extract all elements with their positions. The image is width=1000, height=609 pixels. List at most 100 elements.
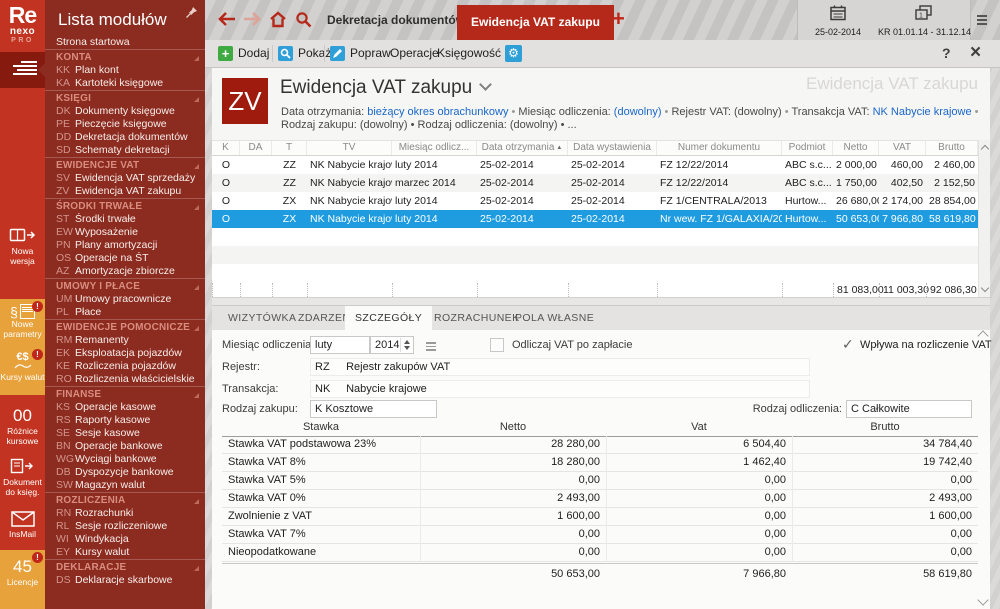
column-header[interactable]: Numer dokumentu xyxy=(657,141,782,155)
collapse-triangle-icon[interactable] xyxy=(194,393,199,398)
help-button[interactable]: ? xyxy=(942,40,951,67)
band-menu-icon[interactable] xyxy=(977,15,987,27)
sidebar-item[interactable]: WGWyciągi bankowe xyxy=(45,453,205,466)
scroll-up-icon[interactable] xyxy=(981,145,989,153)
sidebar-item[interactable]: BNOperacje bankowe xyxy=(45,440,205,453)
year-stepper[interactable]: 2014 xyxy=(370,336,414,354)
sidebar-item[interactable]: STŚrodki trwałe xyxy=(45,213,205,226)
transaction-field[interactable]: NK Nabycie krajowe xyxy=(310,380,810,398)
column-header[interactable]: Brutto xyxy=(926,141,978,155)
spinner-icons[interactable] xyxy=(400,338,412,352)
sidebar-item[interactable]: EWWyposażenie xyxy=(45,226,205,239)
filter-value-link[interactable]: bieżący okres obrachunkowy xyxy=(367,106,508,118)
sidebar-item[interactable]: PLPłace xyxy=(45,306,205,319)
purchase-type-input[interactable]: K Kosztowe xyxy=(310,400,437,418)
back-arrow-icon[interactable] xyxy=(218,12,236,26)
tab-wizytówka[interactable]: WIZYTÓWKA xyxy=(228,306,296,330)
sidebar-item[interactable]: EYKursy walut xyxy=(45,546,205,559)
collapse-triangle-icon[interactable] xyxy=(194,326,199,331)
collapse-triangle-icon[interactable] xyxy=(194,285,199,290)
vat-rate-row[interactable]: Nieopodatkowane0,000,000,00 xyxy=(222,544,978,562)
new-tab-button[interactable]: + xyxy=(612,6,625,32)
vat-settlement-checkmark-icon[interactable]: ✓ xyxy=(842,336,854,353)
collapse-triangle-icon[interactable] xyxy=(194,56,199,61)
sidebar-item[interactable]: RMRemanenty xyxy=(45,334,205,347)
edit-button[interactable]: Popraw xyxy=(330,40,391,67)
detail-scroll-down-icon[interactable] xyxy=(977,594,988,605)
tab-dekretacja-dokumentow[interactable]: Dekretacja dokumentów xyxy=(327,0,465,40)
register-field[interactable]: RZ Rejestr zakupów VAT xyxy=(310,358,810,376)
column-header[interactable]: TV xyxy=(307,141,392,155)
column-header[interactable]: Podmiot xyxy=(782,141,833,155)
home-icon[interactable] xyxy=(269,11,287,28)
view-title[interactable]: Ewidencja VAT zakupu xyxy=(280,77,490,99)
sidebar-item[interactable]: UMUmowy pracownicze xyxy=(45,293,205,306)
sidebar-item[interactable]: RNRozrachunki xyxy=(45,507,205,520)
grid-scrollbar[interactable] xyxy=(978,140,990,297)
gear-icon[interactable]: ⚙ xyxy=(505,45,522,62)
add-button[interactable]: + Dodaj xyxy=(218,40,269,67)
sidebar-item[interactable]: ZVEwidencja VAT zakupu xyxy=(45,185,205,198)
collapse-triangle-icon[interactable] xyxy=(194,97,199,102)
table-row[interactable]: OZXNK Nabycie krajoweluty 201425-02-2014… xyxy=(212,210,978,228)
column-header[interactable]: Netto xyxy=(833,141,879,155)
tab-ewidencja-vat-zakupu[interactable]: Ewidencja VAT zakupu xyxy=(457,5,614,40)
deduction-type-input[interactable]: C Całkowite xyxy=(846,400,972,418)
sidebar-item[interactable]: AZAmortyzacje zbiorcze xyxy=(45,265,205,278)
sidebar-item[interactable]: Strona startowa xyxy=(45,36,205,49)
tab-szczegóły[interactable]: SZCZEGÓŁY xyxy=(345,306,432,330)
column-header[interactable]: Miesiąc odlicz... xyxy=(392,141,477,155)
forward-arrow-icon[interactable] xyxy=(243,12,261,26)
rail-item-roznice-kursowe[interactable]: 00 Różnice kursowe xyxy=(0,406,45,452)
collapse-triangle-icon[interactable] xyxy=(194,205,199,210)
sidebar-item[interactable]: OSOperacje na ŚT xyxy=(45,252,205,265)
sidebar-item[interactable]: PEPieczęcie księgowe xyxy=(45,118,205,131)
sidebar-item[interactable]: KAKartoteki księgowe xyxy=(45,77,205,90)
column-header[interactable]: Data otrzymania▲ xyxy=(477,141,568,155)
rail-item-insmail[interactable]: InsMail xyxy=(0,511,45,545)
table-row[interactable]: OZXNK Nabycie krajoweluty 201425-02-2014… xyxy=(212,192,978,210)
collapse-triangle-icon[interactable] xyxy=(194,164,199,169)
sidebar-item[interactable]: DBDyspozycje bankowe xyxy=(45,466,205,479)
sidebar-item[interactable]: RSRaporty kasowe xyxy=(45,414,205,427)
collapse-triangle-icon[interactable] xyxy=(194,499,199,504)
modules-rail-button[interactable] xyxy=(0,52,45,88)
sidebar-item[interactable]: DDDekretacja dokumentów xyxy=(45,131,205,144)
search-icon[interactable] xyxy=(295,11,312,28)
rail-item-nowa-wersja[interactable]: Nowa wersja xyxy=(0,224,45,278)
tab-rozrachunek[interactable]: ROZRACHUNEK xyxy=(434,306,520,330)
column-header[interactable]: VAT xyxy=(879,141,926,155)
table-row[interactable]: OZZNK Nabycie krajowemarzec 201425-02-20… xyxy=(212,174,978,192)
month-input[interactable]: luty xyxy=(310,336,370,354)
scroll-down-icon[interactable] xyxy=(981,284,989,292)
filter-value-link[interactable]: NK Nabycie krajowe xyxy=(873,106,972,118)
vat-rate-row[interactable]: Stawka VAT 5%0,000,000,00 xyxy=(222,472,978,490)
deduct-after-payment-checkbox[interactable] xyxy=(490,338,504,352)
sidebar-item[interactable]: SVEwidencja VAT sprzedaży xyxy=(45,172,205,185)
rail-item-kursy-walut[interactable]: ! €$ Kursy walut xyxy=(0,347,45,395)
vat-rate-row[interactable]: Stawka VAT podstawowa 23%28 280,006 504,… xyxy=(222,436,978,454)
month-list-icon[interactable] xyxy=(426,342,436,353)
close-button[interactable]: × xyxy=(970,40,981,67)
sidebar-item[interactable]: SWMagazyn walut xyxy=(45,479,205,492)
accounting-menu-button[interactable]: Księgowość xyxy=(437,40,501,67)
sidebar-item[interactable]: WIWindykacja xyxy=(45,533,205,546)
rail-item-licencje[interactable]: ! 45 Licencje xyxy=(0,550,45,609)
filter-value-link[interactable]: (dowolny) xyxy=(614,106,662,118)
sidebar-item[interactable]: SDSchematy dekretacji xyxy=(45,144,205,157)
sidebar-item[interactable]: RORozliczenia właścicielskie xyxy=(45,373,205,386)
collapse-triangle-icon[interactable] xyxy=(194,566,199,571)
sidebar-item[interactable]: KKPlan kont xyxy=(45,64,205,77)
vat-rate-row[interactable]: Stawka VAT 7%0,000,000,00 xyxy=(222,526,978,544)
column-header[interactable]: K xyxy=(212,141,240,155)
sidebar-item[interactable]: SESesje kasowe xyxy=(45,427,205,440)
sidebar-item[interactable]: KERozliczenia pojazdów xyxy=(45,360,205,373)
splitter-handle[interactable] xyxy=(212,297,990,306)
rail-item-nowe-parametry[interactable]: ! § Nowe parametry xyxy=(0,299,45,347)
sidebar-item[interactable]: EKEksploatacja pojazdów xyxy=(45,347,205,360)
vat-rate-row[interactable]: Zwolnienie z VAT1 600,000,001 600,00 xyxy=(222,508,978,526)
sidebar-item[interactable]: DKDokumenty księgowe xyxy=(45,105,205,118)
column-header[interactable]: DA xyxy=(240,141,272,155)
table-row[interactable]: OZZNK Nabycie krajoweluty 201425-02-2014… xyxy=(212,156,978,174)
tab-pola-własne[interactable]: POLA WŁASNE xyxy=(515,306,594,330)
